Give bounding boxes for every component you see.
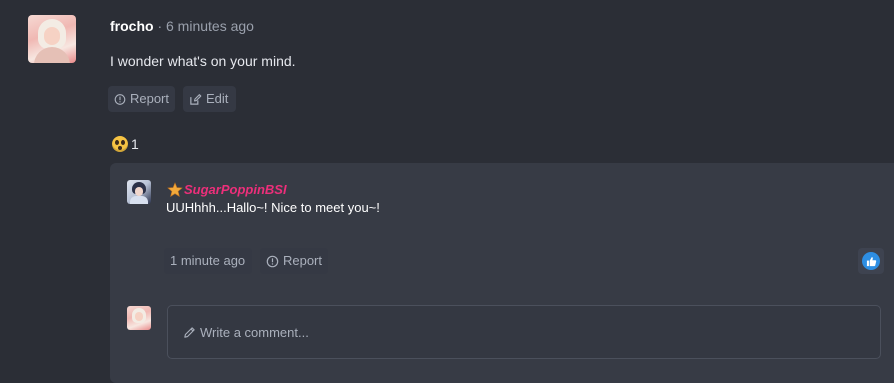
reply-timestamp[interactable]: 1 minute ago [164, 248, 252, 274]
report-button[interactable]: Report [108, 86, 175, 112]
edit-button[interactable]: Edit [183, 86, 236, 112]
reply-report-label: Report [282, 253, 322, 268]
post-body-text: I wonder what's on your mind. [110, 53, 296, 69]
report-button-label: Report [129, 91, 169, 106]
pencil-icon [184, 326, 195, 338]
current-user-avatar [127, 306, 151, 330]
reply-body-text: UUHhhh...Hallo~! Nice to meet you~! [166, 200, 380, 215]
alert-circle-icon [266, 255, 279, 267]
post-author-avatar[interactable] [28, 15, 76, 63]
alert-circle-icon [114, 93, 126, 105]
reply-report-button[interactable]: Report [260, 248, 328, 274]
comment-input-placeholder: Write a comment... [200, 324, 309, 340]
edit-icon [190, 93, 202, 105]
reply-author-name: SugarPoppinBSI [184, 182, 287, 197]
reply-timestamp-label: 1 minute ago [170, 253, 246, 268]
reaction-count: 1 [131, 136, 139, 152]
flushed-face-icon [112, 136, 128, 152]
post-author-name[interactable]: frocho [110, 18, 154, 34]
reply-author[interactable]: SugarPoppinBSI [167, 181, 287, 198]
edit-button-label: Edit [206, 91, 229, 106]
post-header: frocho · 6 minutes ago [110, 17, 254, 35]
reaction-flushed[interactable]: 1 [112, 134, 139, 154]
comment-input[interactable]: Write a comment... [167, 305, 881, 359]
post-timestamp: · 6 minutes ago [153, 18, 254, 34]
like-button[interactable] [858, 248, 884, 274]
thumbs-up-icon [862, 252, 880, 270]
star-badge-icon [167, 181, 183, 197]
reply-author-avatar[interactable] [127, 180, 151, 204]
